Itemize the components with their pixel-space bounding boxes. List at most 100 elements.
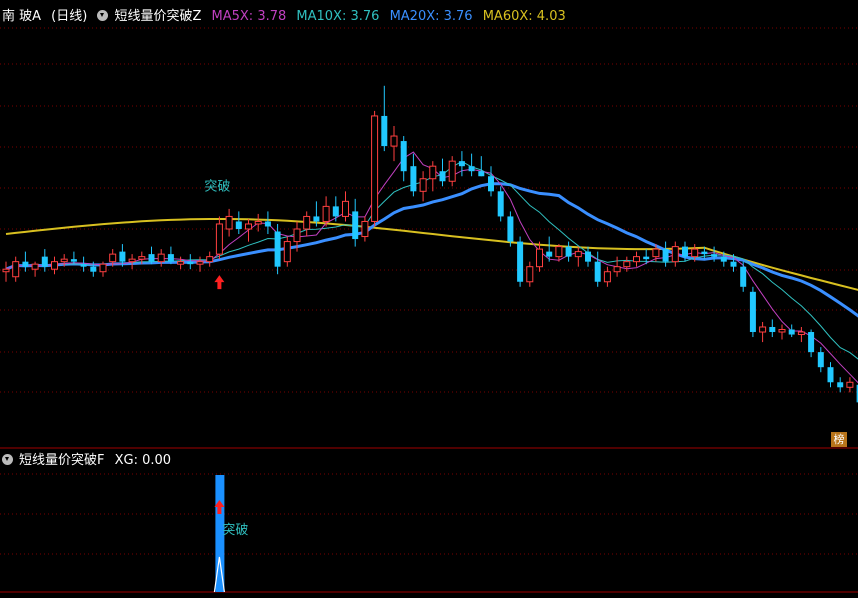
candle-up [2,268,10,273]
candle-down [468,166,475,172]
candle-down [788,329,795,335]
candle-down [662,249,669,262]
ma20-value: MA20X: 3.76 [389,9,473,24]
candle-up [293,228,301,243]
candle-up [555,246,563,258]
candle-down [749,291,756,333]
candle-up [245,223,252,230]
ma5-line [5,151,858,384]
ma20-line [5,182,858,318]
candle-down [565,246,572,257]
candle-up [623,261,631,268]
ma5-path [5,151,858,384]
candlestick-series [2,85,858,403]
candle-down [507,216,514,242]
candle-down [488,176,494,192]
stock-name[interactable]: 南 玻A [2,9,41,24]
candle-up [12,261,20,278]
candle-down [80,264,87,267]
candle-up [342,200,349,217]
candle-down [332,206,339,217]
ma10-value: MA10X: 3.76 [296,9,380,24]
period-label[interactable]: (日线) [51,9,87,24]
candle-down [711,254,718,257]
candle-up [157,253,165,263]
candle-down [235,221,242,229]
candle-up [778,329,786,333]
candle-down [381,115,388,147]
candle-up [283,241,291,263]
candle-up [109,253,117,263]
candle-up [419,178,427,192]
candle-up [215,223,223,255]
candle-up [99,263,107,273]
candle-down [22,261,29,267]
candle-down [827,367,834,383]
candle-up [322,205,330,222]
candle-up [51,261,58,270]
candle-down [70,259,77,262]
indicator-name[interactable]: 短线量价突破Z [114,9,201,24]
candle-up [361,220,369,238]
candle-up [536,248,543,268]
candle-down [167,254,174,262]
candle-down [264,221,271,227]
kline-chart[interactable]: 突破←3.6 突破 [0,0,858,598]
candle-up [429,165,437,180]
xg-breakout-label: 突破 [222,522,248,538]
candle-down [400,141,407,172]
candle-up [177,261,185,265]
candle-up [254,220,262,225]
candle-down [837,382,844,388]
ma60-value: MA60X: 4.03 [482,9,566,24]
ma5-value: MA5X: 3.78 [211,9,287,24]
chart-annotations: 突破←3.6 [204,178,230,290]
breakout-label: 突破 [204,178,230,194]
candle-up [225,215,233,230]
candle-down [439,171,446,182]
main-chart-header: 南 玻A (日线) 短线量价突破Z MA5X: 3.78 MA10X: 3.76… [2,9,572,25]
rank-badge[interactable]: 榜 [831,432,847,447]
candle-up [390,135,398,147]
candle-up [603,271,611,283]
candle-up [671,246,679,263]
candle-down [817,352,824,368]
xg-subchart: 突破 [213,475,248,593]
candle-down [720,256,727,262]
candle-down [458,161,465,167]
candle-down [643,256,650,260]
candle-up [138,256,146,260]
candle-up [613,266,621,273]
candle-up [797,331,805,336]
candle-up [60,258,68,263]
candle-down [187,261,194,265]
candle-down [90,266,97,272]
candle-down [313,216,320,222]
candle-down [119,251,126,262]
sub-chart-header: 短线量价突破F XG: 0.00 [2,453,177,469]
dropdown-icon[interactable] [2,454,13,465]
xg-value: XG: 0.00 [114,453,172,468]
candle-down [410,166,417,192]
candle-down [478,171,485,177]
candle-up [652,248,660,258]
candle-up [691,248,699,258]
candle-up [206,256,214,263]
ma20-path [5,182,858,318]
candle-up [448,160,456,182]
sub-indicator-name[interactable]: 短线量价突破F [19,453,104,468]
candle-down [730,261,737,267]
candle-down [769,326,776,333]
candle-up [759,326,767,333]
candle-up [31,263,39,270]
candle-down [41,256,48,267]
candle-up [303,215,311,230]
candle-down [497,191,504,217]
candle-up [371,115,379,222]
candle-down [274,231,281,267]
candle-down [682,246,688,257]
candle-up [196,261,204,265]
candle-down [594,261,601,282]
dropdown-icon[interactable] [97,10,109,21]
candle-up [128,258,136,263]
